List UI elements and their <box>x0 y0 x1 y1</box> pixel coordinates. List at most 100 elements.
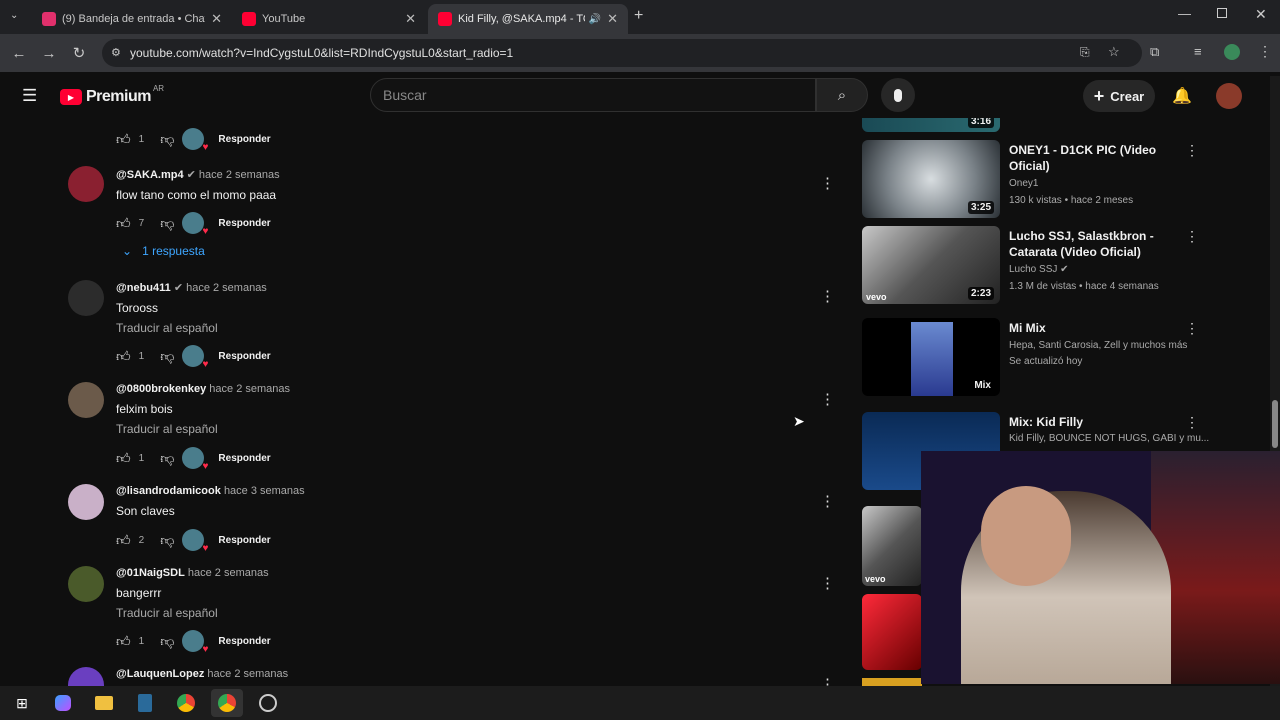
avatar[interactable] <box>68 484 104 520</box>
comment-menu-icon[interactable]: ⋮ <box>820 675 835 686</box>
like-icon[interactable]: 👍︎ <box>116 215 131 232</box>
comment-menu-icon[interactable]: ⋮ <box>820 574 835 592</box>
file-explorer-icon[interactable] <box>88 689 120 717</box>
reply-button[interactable]: Responder <box>218 453 270 464</box>
dislike-icon[interactable]: 👎︎ <box>160 131 174 148</box>
reply-button[interactable]: Responder <box>218 636 270 647</box>
media-control-icon[interactable]: ≡ <box>1194 44 1202 59</box>
avatar[interactable] <box>68 566 104 602</box>
dislike-icon[interactable]: 👎︎ <box>160 633 174 650</box>
video-title[interactable]: Mix: Kid Filly <box>1009 414 1184 430</box>
comment-menu-icon[interactable]: ⋮ <box>820 492 835 510</box>
reload-icon[interactable]: ↻ <box>64 44 94 62</box>
dislike-icon[interactable]: 👎︎ <box>160 532 174 549</box>
avatar[interactable] <box>68 166 104 202</box>
video-thumbnail[interactable]: 3:25 <box>862 140 1000 218</box>
like-icon[interactable]: 👍︎ <box>116 633 131 650</box>
comment-menu-icon[interactable]: ⋮ <box>820 390 835 408</box>
reply-button[interactable]: Responder <box>218 535 270 546</box>
account-avatar[interactable] <box>1216 83 1242 109</box>
video-menu-icon[interactable]: ⋮ <box>1185 228 1199 245</box>
copilot-icon[interactable] <box>47 689 79 717</box>
translate-button[interactable]: Traducir al español <box>116 321 218 335</box>
app-icon[interactable] <box>129 689 161 717</box>
reply-button[interactable]: Responder <box>218 351 270 362</box>
comment-menu-icon[interactable]: ⋮ <box>820 287 835 305</box>
comment-menu-icon[interactable]: ⋮ <box>820 174 835 192</box>
recommendation-item[interactable]: Mix Mi Mix Hepa, Santi Carosia, Zell y m… <box>862 318 1202 398</box>
install-icon[interactable]: ⎘ <box>1080 45 1090 60</box>
chrome-icon[interactable] <box>170 689 202 717</box>
maximize-icon[interactable] <box>1217 8 1227 18</box>
like-icon[interactable]: 👍︎ <box>116 348 131 365</box>
video-menu-icon[interactable]: ⋮ <box>1185 142 1199 159</box>
obs-icon[interactable] <box>252 689 284 717</box>
translate-button[interactable]: Traducir al español <box>116 606 218 620</box>
view-replies-button[interactable]: ⌄ 1 respuesta <box>122 244 205 258</box>
audio-icon[interactable]: 🔊 <box>589 14 601 25</box>
hamburger-menu-icon[interactable]: ☰ <box>22 86 37 106</box>
comment-author[interactable]: @lisandrodamicook <box>116 485 221 497</box>
comment-time[interactable]: hace 2 semanas <box>199 169 280 181</box>
close-icon[interactable]: ✕ <box>405 11 416 27</box>
dislike-icon[interactable]: 👎︎ <box>160 215 174 232</box>
video-menu-icon[interactable]: ⋮ <box>1185 414 1199 431</box>
close-icon[interactable]: ✕ <box>211 11 222 27</box>
channel-name[interactable]: Oney1 <box>1009 178 1038 189</box>
mix-thumbnail[interactable]: Mix <box>862 318 1000 396</box>
reply-button[interactable]: Responder <box>218 134 270 145</box>
url-field[interactable]: ⚙ youtube.com/watch?v=IndCygstuL0&list=R… <box>102 39 1142 67</box>
dislike-icon[interactable]: 👎︎ <box>160 348 174 365</box>
video-thumbnail[interactable]: vevo 2:23 <box>862 226 1000 304</box>
windows-start-icon[interactable]: ⊞ <box>6 689 38 717</box>
like-icon[interactable]: 👍︎ <box>116 450 131 467</box>
minimize-icon[interactable]: — <box>1178 6 1191 21</box>
tab-instagram[interactable]: (9) Bandeja de entrada • Chats ✕ <box>32 4 232 34</box>
recommendation-item[interactable]: 3:16 <box>862 118 1202 132</box>
search-input[interactable]: Buscar <box>370 78 816 112</box>
forward-icon[interactable]: → <box>34 45 64 62</box>
reply-button[interactable]: Responder <box>218 218 270 229</box>
avatar[interactable] <box>68 280 104 316</box>
comment-author[interactable]: @LauquenLopez <box>116 668 204 680</box>
comment-time[interactable]: hace 3 semanas <box>224 485 305 497</box>
search-button[interactable]: ⌕ <box>816 78 868 112</box>
close-icon[interactable]: ✕ <box>607 11 618 27</box>
bookmark-star-icon[interactable]: ☆ <box>1108 44 1120 60</box>
dislike-icon[interactable]: 👎︎ <box>160 450 174 467</box>
new-tab-icon[interactable]: + <box>634 7 643 25</box>
tab-search-icon[interactable]: ⌄ <box>10 10 18 21</box>
video-thumbnail[interactable] <box>862 678 922 686</box>
extensions-icon[interactable]: ⧉ <box>1150 44 1159 60</box>
avatar[interactable] <box>68 382 104 418</box>
comment-author[interactable]: @SAKA.mp4 <box>116 169 184 181</box>
comment-author[interactable]: @01NaigSDL <box>116 567 185 579</box>
comment-author[interactable]: @0800brokenkey <box>116 383 206 395</box>
comment-time[interactable]: hace 2 semanas <box>207 668 288 680</box>
chrome-active-icon[interactable] <box>211 689 243 717</box>
recommendation-item[interactable]: vevo 2:23 Lucho SSJ, Salastkbron - Catar… <box>862 226 1202 306</box>
avatar[interactable] <box>68 667 104 686</box>
video-title[interactable]: Lucho SSJ, Salastkbron - Catarata (Video… <box>1009 228 1184 260</box>
bell-icon[interactable]: 🔔 <box>1172 86 1192 106</box>
site-info-icon[interactable]: ⚙ <box>111 46 121 59</box>
comment-time[interactable]: hace 2 semanas <box>188 567 269 579</box>
channel-name[interactable]: Lucho SSJ ✔ <box>1009 264 1069 275</box>
video-title[interactable]: ONEY1 - D1CK PIC (Video Oficial) <box>1009 142 1184 174</box>
video-thumbnail[interactable]: 3:16 <box>862 118 1000 132</box>
tab-youtube[interactable]: YouTube ✕ <box>232 4 426 34</box>
video-title[interactable]: Mi Mix <box>1009 320 1184 336</box>
video-thumbnail[interactable]: vevo <box>862 506 922 586</box>
like-icon[interactable]: 👍︎ <box>116 532 131 549</box>
tab-video[interactable]: Kid Filly, @SAKA.mp4 - TOP 🔊 ✕ <box>428 4 628 34</box>
youtube-logo[interactable]: ▶ Premium AR <box>60 84 164 106</box>
like-icon[interactable]: 👍︎ <box>116 131 131 148</box>
profile-icon[interactable] <box>1224 44 1240 60</box>
comment-author[interactable]: @nebu411 <box>116 282 171 294</box>
video-menu-icon[interactable]: ⋮ <box>1185 320 1199 337</box>
video-thumbnail[interactable] <box>862 594 922 670</box>
voice-search-button[interactable] <box>881 78 915 112</box>
scrollbar-thumb[interactable] <box>1272 400 1278 448</box>
create-button[interactable]: + Crear <box>1083 80 1155 112</box>
comment-time[interactable]: hace 2 semanas <box>209 383 290 395</box>
